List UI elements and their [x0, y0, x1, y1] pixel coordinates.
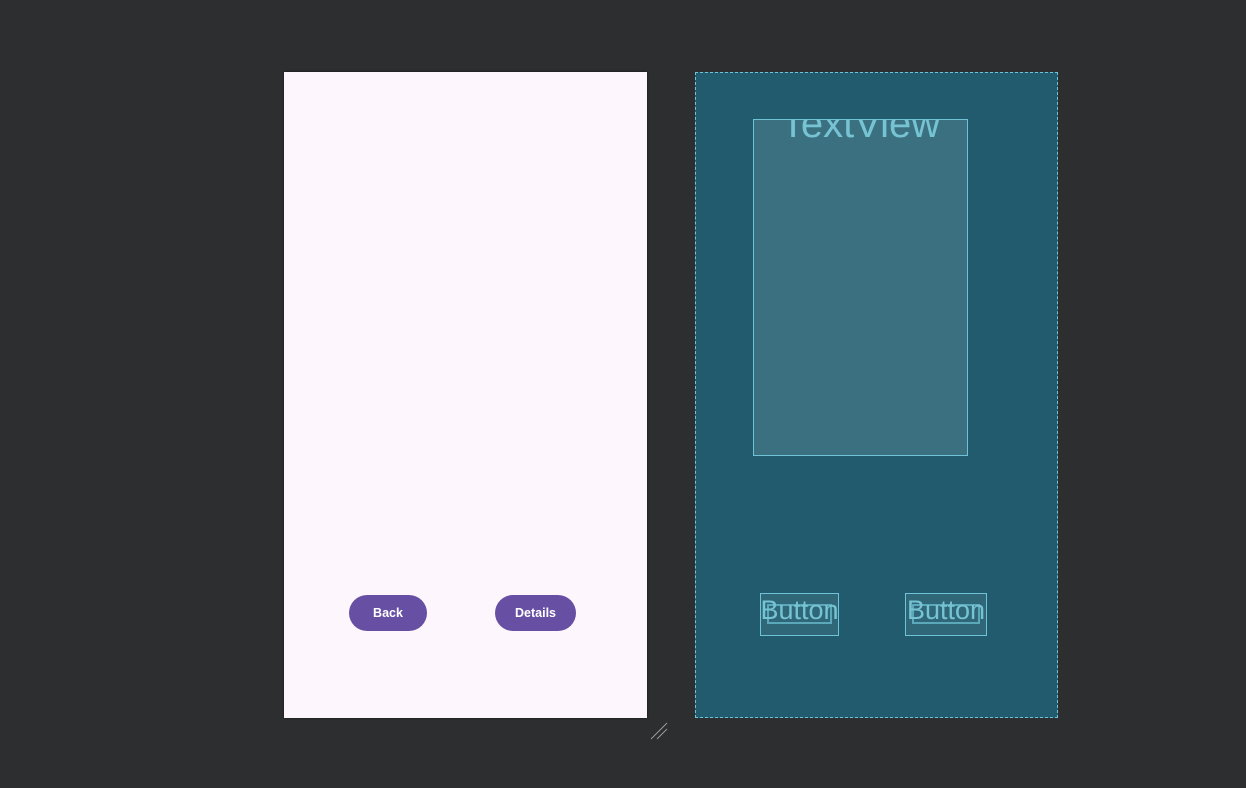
blueprint-back-button[interactable]: Button: [760, 593, 839, 636]
blueprint-preview[interactable]: TextView Button Button: [695, 72, 1058, 718]
layout-editor-canvas: Back Details TextView Button Button: [0, 0, 1246, 788]
blueprint-details-button[interactable]: Button: [905, 593, 987, 636]
blueprint-button-label: Button: [906, 595, 986, 625]
resize-handle-icon-graphic: [650, 722, 668, 740]
design-preview[interactable]: Back Details: [284, 72, 647, 718]
blueprint-textview-label: TextView: [780, 119, 941, 146]
blueprint-button-label: Button: [760, 595, 839, 625]
details-button[interactable]: Details: [495, 595, 576, 631]
blueprint-textview[interactable]: TextView: [753, 119, 968, 456]
resize-handle-icon[interactable]: [650, 722, 670, 742]
back-button[interactable]: Back: [349, 595, 427, 631]
